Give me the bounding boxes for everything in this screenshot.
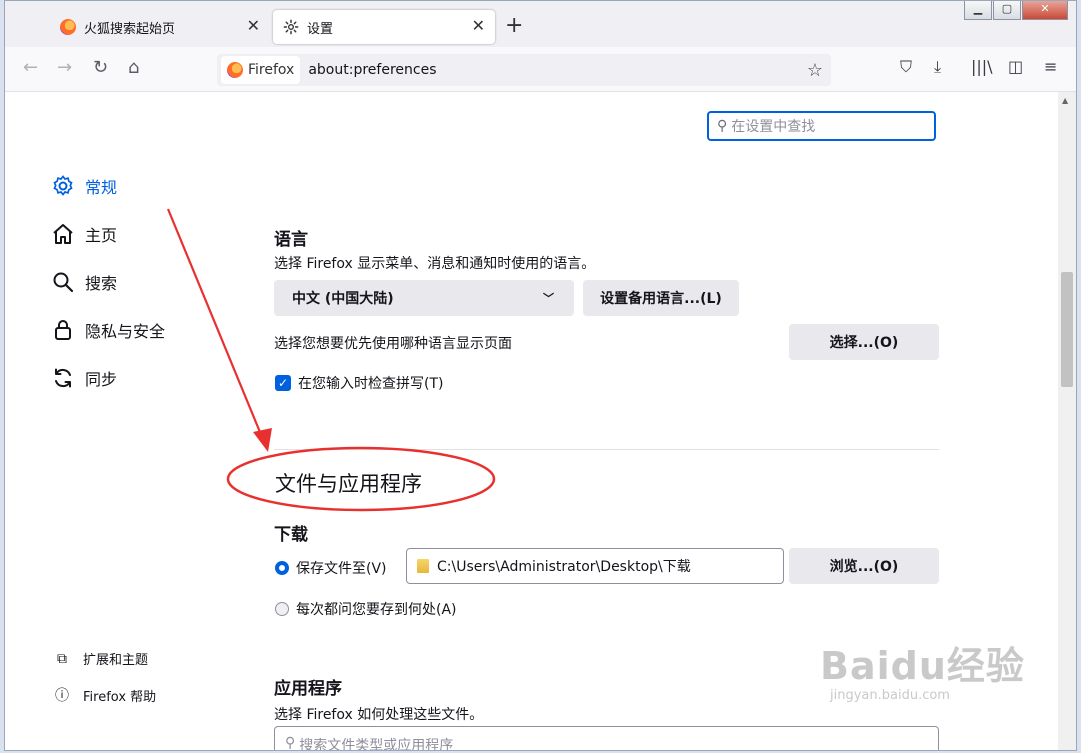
download-path: C:\Users\Administrator\Desktop\下载 xyxy=(437,559,691,575)
alternative-language-button[interactable]: 设置备用语言...(L) xyxy=(583,280,739,316)
sidebar-icon[interactable]: ◫ xyxy=(1008,59,1023,75)
language-description: 选择 Firefox 显示菜单、消息和通知时使用的语言。 xyxy=(274,256,596,272)
identity-label: Firefox xyxy=(248,62,295,78)
navigation-toolbar: ← → ↻ ⌂ Firefox about:preferences ☆ ⛉ ⤓ … xyxy=(5,47,1076,92)
download-path-field: C:\Users\Administrator\Desktop\下载 xyxy=(406,548,784,584)
scrollbar-thumb[interactable] xyxy=(1061,272,1073,387)
url-text[interactable]: about:preferences xyxy=(308,62,436,78)
new-tab-icon[interactable]: + xyxy=(505,15,523,37)
chevron-down-icon: ﹀ xyxy=(543,292,554,305)
browse-button[interactable]: 浏览...(O) xyxy=(789,548,939,584)
spellcheck-checkbox[interactable]: ✓ 在您输入时检查拼写(T) xyxy=(275,373,443,393)
radio-label: 每次都问您要存到何处(A) xyxy=(296,602,457,618)
sidebar-item-sync[interactable]: 同步 xyxy=(51,366,117,390)
close-window-icon[interactable]: ✕ xyxy=(1022,1,1068,20)
search-icon xyxy=(51,270,75,294)
footer-label: 扩展和主题 xyxy=(83,653,149,668)
scroll-up-arrow-icon[interactable]: ▲ xyxy=(1062,96,1068,105)
language-selected-value: 中文 (中国大陆) xyxy=(292,291,394,307)
settings-search-input[interactable]: ⚲ 在设置中查找 xyxy=(707,111,936,141)
help-icon: ⓘ xyxy=(55,688,69,704)
save-files-radio[interactable]: 保存文件至(V) xyxy=(275,558,387,578)
identity-box[interactable]: Firefox xyxy=(221,56,301,84)
tab-start-page[interactable]: 火狐搜索起始页 ✕ xyxy=(50,10,270,44)
language-select[interactable]: 中文 (中国大陆) ﹀ xyxy=(274,280,574,316)
library-icon[interactable]: |||\ xyxy=(971,59,993,75)
tab-label: 火狐搜索起始页 xyxy=(84,21,176,37)
choose-language-button[interactable]: 选择...(O) xyxy=(789,324,939,360)
sidebar-item-label: 隐私与安全 xyxy=(85,322,166,341)
watermark-logo: Baidu经验 xyxy=(820,644,1025,688)
search-placeholder: 在设置中查找 xyxy=(731,119,816,135)
sidebar-item-general[interactable]: 常规 xyxy=(51,174,117,198)
sidebar-item-search[interactable]: 搜索 xyxy=(51,270,117,294)
radio-unselected-indicator xyxy=(275,602,289,616)
footer-label: Firefox 帮助 xyxy=(83,689,157,705)
search-icon: ⚲ xyxy=(285,735,296,750)
files-applications-heading: 文件与应用程序 xyxy=(275,472,422,496)
sidebar-item-label: 搜索 xyxy=(85,274,118,293)
close-icon[interactable]: ✕ xyxy=(472,18,485,34)
minimize-icon[interactable]: ▁ xyxy=(964,1,992,20)
puzzle-icon: ⧉ xyxy=(57,650,67,667)
sidebar-extensions-link[interactable]: ⧉ 扩展和主题 xyxy=(53,649,149,669)
baidu-watermark: Baidu经验 jingyan.baidu.com xyxy=(820,635,1050,735)
watermark-url: jingyan.baidu.com xyxy=(830,688,950,703)
sidebar-help-link[interactable]: ⓘ Firefox 帮助 xyxy=(53,685,156,705)
url-bar[interactable]: Firefox about:preferences ☆ xyxy=(217,54,831,86)
sidebar-item-label: 主页 xyxy=(85,226,118,245)
language-heading: 语言 xyxy=(274,230,308,250)
lock-icon xyxy=(51,318,75,342)
pocket-icon[interactable]: ⛉ xyxy=(900,59,912,75)
radio-selected-indicator xyxy=(275,561,289,575)
sidebar-item-label: 同步 xyxy=(85,370,118,389)
tab-strip: 火狐搜索起始页 ✕ 设置 ✕ + ▁ ▢ ✕ xyxy=(5,1,1076,47)
bookmark-star-icon[interactable]: ☆ xyxy=(807,60,823,81)
gear-icon xyxy=(283,19,299,35)
applications-heading: 应用程序 xyxy=(274,679,342,699)
sidebar-item-label: 常规 xyxy=(85,178,118,197)
section-divider xyxy=(274,449,939,450)
firefox-icon xyxy=(227,62,243,78)
maximize-icon[interactable]: ▢ xyxy=(993,1,1021,20)
menu-icon[interactable]: ≡ xyxy=(1044,59,1057,75)
sync-icon xyxy=(51,366,75,390)
close-icon[interactable]: ✕ xyxy=(247,18,260,34)
forward-arrow-icon[interactable]: → xyxy=(57,59,72,77)
radio-label: 保存文件至(V) xyxy=(296,561,387,577)
back-arrow-icon[interactable]: ← xyxy=(23,59,38,77)
folder-icon xyxy=(417,559,429,573)
checkmark-icon: ✓ xyxy=(275,375,291,391)
applications-description: 选择 Firefox 如何处理这些文件。 xyxy=(274,707,484,723)
checkbox-label: 在您输入时检查拼写(T) xyxy=(298,376,444,392)
search-icon: ⚲ xyxy=(717,118,728,134)
vertical-scrollbar[interactable]: ▲ xyxy=(1058,92,1076,750)
home-icon xyxy=(51,222,75,246)
always-ask-radio[interactable]: 每次都问您要存到何处(A) xyxy=(275,599,457,619)
reload-icon[interactable]: ↻ xyxy=(93,59,108,77)
window-controls: ▁ ▢ ✕ xyxy=(964,1,1068,20)
download-icon[interactable]: ⤓ xyxy=(934,59,941,75)
home-icon[interactable]: ⌂ xyxy=(128,59,139,77)
sidebar-item-privacy[interactable]: 隐私与安全 xyxy=(51,318,165,342)
sidebar-item-home[interactable]: 主页 xyxy=(51,222,117,246)
tab-settings[interactable]: 设置 ✕ xyxy=(273,10,495,44)
search-placeholder: 搜索文件类型或应用程序 xyxy=(299,738,454,750)
firefox-icon xyxy=(60,19,76,35)
gear-icon xyxy=(51,174,75,198)
downloads-heading: 下载 xyxy=(274,525,308,545)
tab-label: 设置 xyxy=(307,21,334,37)
page-language-description: 选择您想要优先使用哪种语言显示页面 xyxy=(274,336,512,352)
